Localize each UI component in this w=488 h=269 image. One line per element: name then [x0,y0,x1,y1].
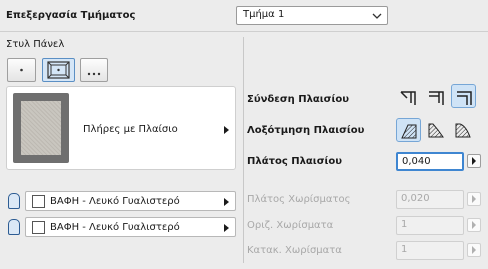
frame-connection-option-3[interactable] [451,84,476,108]
horizontal-grooves-input[interactable]: 1 [396,216,464,235]
vertical-grooves-stepper[interactable] [467,243,481,257]
segment-dropdown-value: Τμήμα 1 [243,9,285,20]
column-divider [243,37,244,263]
link-icon[interactable] [8,193,20,209]
frame-connection-label: Σύνδεση Πλαισίου [247,94,349,105]
plain-panel-icon [20,68,23,72]
panel-style-card-label: Πλήρες με Πλαίσιο [83,124,178,135]
vertical-grooves-label: Κατακ. Χωρίσματα [247,245,342,256]
header-divider [0,31,488,32]
color-swatch [32,221,45,234]
chevron-down-icon [372,13,382,19]
section-title: Επεξεργασία Τμήματος [6,10,136,21]
frame-connection-3-icon [457,91,472,105]
bevel-round-icon [455,123,471,138]
frame-bevel-label: Λοξότμηση Πλαισίου [247,125,365,136]
bevel-slope-icon [428,123,444,138]
frame-bevel-option-2[interactable] [424,118,449,142]
panel-style-label: Στυλ Πάνελ [6,39,65,50]
caret-right-icon [224,198,229,206]
segment-dropdown[interactable]: Τμήμα 1 [236,6,388,25]
horizontal-grooves-stepper[interactable] [467,218,481,232]
frame-connection-1-icon [400,91,416,105]
frame-bevel-option-3[interactable] [451,118,476,142]
horizontal-grooves-label: Οριζ. Χωρίσματα [247,220,334,231]
material-label: ΒΑΦΗ - Λευκό Γυαλιστερό [50,196,180,207]
caret-right-icon [472,157,476,165]
caret-right-icon [472,221,476,229]
frame-connection-option-1[interactable] [396,85,421,109]
panel-style-plain-button[interactable] [7,58,36,82]
caret-right-icon [224,224,229,232]
frame-bevel-option-1[interactable] [396,118,421,142]
frame-width-stepper[interactable] [467,154,481,168]
panel-style-framed-button[interactable] [42,58,75,82]
link-icon[interactable] [8,219,20,235]
caret-right-icon [224,126,229,134]
frame-connection-2-icon [429,91,444,105]
framed-panel-icon [47,61,70,79]
frame-width-label: Πλάτος Πλαισίου [247,156,342,167]
frame-connection-option-2[interactable] [424,85,449,109]
caret-right-icon [472,195,476,203]
material-selector[interactable]: ΒΑΦΗ - Λευκό Γυαλιστερό [25,191,236,211]
frame-width-input[interactable]: 0,040 [396,152,464,171]
bevel-square-icon [401,124,417,139]
panel-style-more-button[interactable] [80,58,108,82]
groove-width-input[interactable]: 0,020 [396,190,464,209]
color-swatch [32,195,45,208]
panel-style-card[interactable]: Πλήρες με Πλαίσιο [6,86,236,170]
vertical-grooves-input[interactable]: 1 [396,241,464,260]
material-label: ΒΑΦΗ - Λευκό Γυαλιστερό [50,222,180,233]
groove-width-label: Πλάτος Χωρίσματος [247,194,351,205]
more-icon [87,72,101,76]
groove-width-stepper[interactable] [467,192,481,206]
material-selector[interactable]: ΒΑΦΗ - Λευκό Γυαλιστερό [25,217,236,237]
panel-preview-image [13,93,69,163]
caret-right-icon [472,246,476,254]
